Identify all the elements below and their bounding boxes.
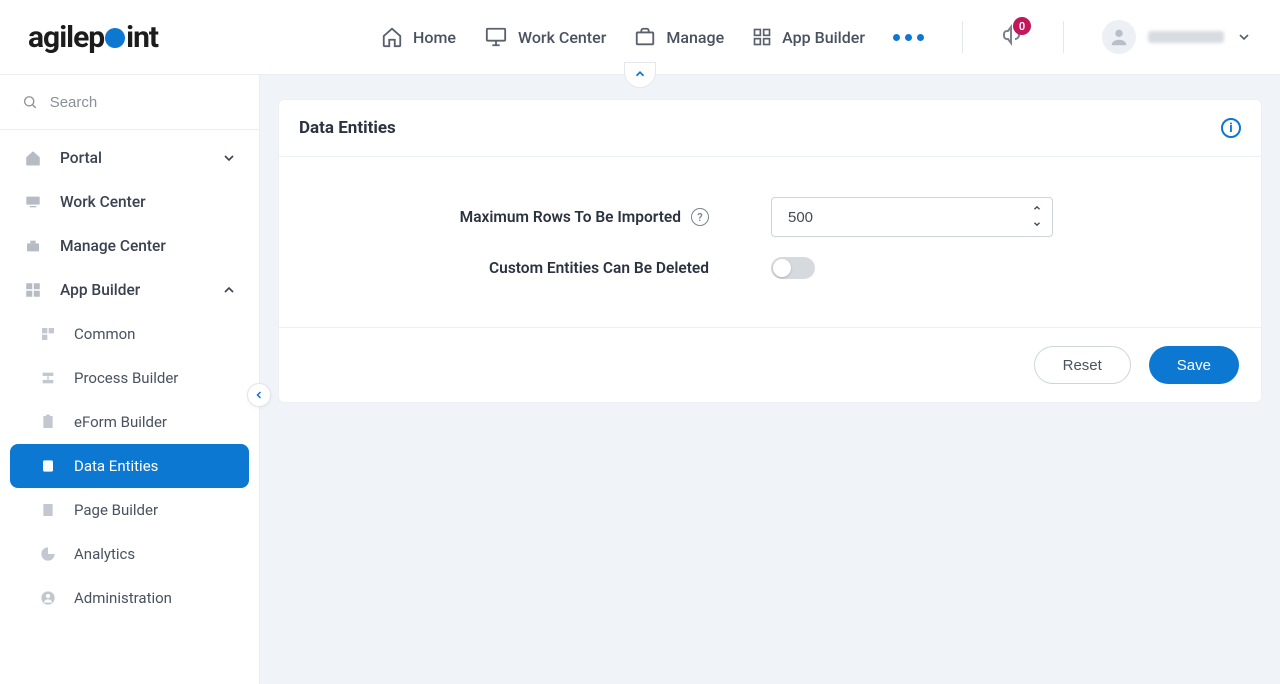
chevron-up-icon <box>633 67 647 81</box>
nav-manage-label: Manage <box>666 28 724 47</box>
sidebar-item-label: Data Entities <box>74 457 237 475</box>
spin-down-button[interactable] <box>1027 217 1047 231</box>
monitor-icon <box>484 26 508 48</box>
sidebar: Portal Work Center Manage Center App Bui… <box>0 75 260 684</box>
more-icon <box>893 34 924 41</box>
label-text: Maximum Rows To Be Imported <box>460 208 681 226</box>
user-menu[interactable] <box>1102 20 1252 54</box>
nav-work-center[interactable]: Work Center <box>484 26 606 48</box>
sidebar-item-label: eForm Builder <box>74 413 237 431</box>
sidebar-item-label: Manage Center <box>60 237 237 255</box>
user-name-blurred <box>1148 31 1224 43</box>
nav-manage[interactable]: Manage <box>634 26 724 48</box>
home-icon <box>381 26 403 48</box>
sidebar-item-manage-center[interactable]: Manage Center <box>10 224 249 268</box>
nav-work-center-label: Work Center <box>518 28 606 47</box>
card-header: Data Entities i <box>279 100 1261 157</box>
sidebar-item-label: Administration <box>74 589 237 607</box>
main-content: Data Entities i Maximum Rows To Be Impor… <box>260 75 1280 684</box>
row-custom-delete: Custom Entities Can Be Deleted <box>279 247 1261 289</box>
sidebar-item-label: Work Center <box>60 193 237 211</box>
chevron-down-icon <box>1031 219 1043 229</box>
sidebar-item-work-center[interactable]: Work Center <box>10 180 249 224</box>
briefcase-icon <box>24 238 42 254</box>
tiles-icon <box>40 326 56 342</box>
monitor-icon <box>24 194 42 210</box>
sidebar-item-app-builder[interactable]: App Builder <box>10 268 249 312</box>
pie-icon <box>40 546 56 562</box>
sidebar-item-portal[interactable]: Portal <box>10 136 249 180</box>
spin-up-button[interactable] <box>1027 201 1047 215</box>
sidebar-item-administration[interactable]: Administration <box>10 576 249 620</box>
card-body: Maximum Rows To Be Imported ? <box>279 157 1261 327</box>
custom-delete-label: Custom Entities Can Be Deleted <box>279 259 709 277</box>
help-icon[interactable]: ? <box>691 208 709 226</box>
chevron-down-icon <box>221 150 237 166</box>
nav-app-builder-label: App Builder <box>782 28 865 47</box>
nav-home-label: Home <box>413 28 456 47</box>
brand-dot-icon <box>105 28 125 48</box>
toggle-knob <box>773 259 791 277</box>
top-nav: Home Work Center Manage App Builder 0 <box>381 20 1252 54</box>
chevron-left-icon <box>253 389 265 401</box>
sidebar-item-label: Common <box>74 325 237 343</box>
max-rows-label: Maximum Rows To Be Imported ? <box>279 208 709 226</box>
divider <box>962 21 963 53</box>
reset-button[interactable]: Reset <box>1034 346 1131 384</box>
home-icon <box>24 149 42 167</box>
label-text: Custom Entities Can Be Deleted <box>489 259 709 277</box>
info-icon[interactable]: i <box>1221 118 1241 138</box>
grid-icon <box>24 281 42 299</box>
brand-text-2: int <box>126 20 158 55</box>
avatar-icon <box>1102 20 1136 54</box>
nav-home[interactable]: Home <box>381 26 456 48</box>
brand-logo: agilep int <box>28 20 158 55</box>
notification-badge: 0 <box>1013 17 1031 35</box>
sidebar-item-label: Analytics <box>74 545 237 563</box>
notifications-button[interactable]: 0 <box>1001 23 1025 51</box>
sidebar-item-data-entities[interactable]: Data Entities <box>10 444 249 488</box>
sidebar-item-label: App Builder <box>60 281 205 299</box>
page-title: Data Entities <box>299 118 396 138</box>
page-icon <box>40 502 56 518</box>
search-icon <box>22 93 38 111</box>
admin-icon <box>40 590 56 606</box>
divider <box>1063 21 1064 53</box>
sidebar-item-eform-builder[interactable]: eForm Builder <box>10 400 249 444</box>
sidebar-item-label: Page Builder <box>74 501 237 519</box>
card-footer: Reset Save <box>279 327 1261 402</box>
save-button[interactable]: Save <box>1149 346 1239 384</box>
sidebar-item-common[interactable]: Common <box>10 312 249 356</box>
chevron-down-icon <box>1236 29 1252 45</box>
settings-card: Data Entities i Maximum Rows To Be Impor… <box>278 99 1262 403</box>
sidebar-item-process-builder[interactable]: Process Builder <box>10 356 249 400</box>
nav-more[interactable] <box>893 34 924 41</box>
sidebar-item-analytics[interactable]: Analytics <box>10 532 249 576</box>
sidebar-search[interactable] <box>0 75 259 130</box>
sidebar-item-label: Process Builder <box>74 369 237 387</box>
sidebar-item-page-builder[interactable]: Page Builder <box>10 488 249 532</box>
brand-text-1: agilep <box>28 20 104 55</box>
chevron-up-icon <box>221 282 237 298</box>
grid-icon <box>752 27 772 47</box>
clipboard-icon <box>40 414 56 430</box>
chevron-up-icon <box>1031 203 1043 213</box>
sidebar-collapse-toggle[interactable] <box>247 383 271 407</box>
workflow-icon <box>40 370 56 386</box>
row-max-rows: Maximum Rows To Be Imported ? <box>279 187 1261 247</box>
sidebar-item-label: Portal <box>60 149 205 167</box>
max-rows-input[interactable] <box>771 197 1053 237</box>
briefcase-icon <box>634 26 656 48</box>
custom-delete-toggle[interactable] <box>771 257 815 279</box>
search-input[interactable] <box>50 94 237 111</box>
max-rows-field <box>771 197 1053 237</box>
data-icon <box>40 458 56 474</box>
nav-app-builder[interactable]: App Builder <box>752 27 865 47</box>
